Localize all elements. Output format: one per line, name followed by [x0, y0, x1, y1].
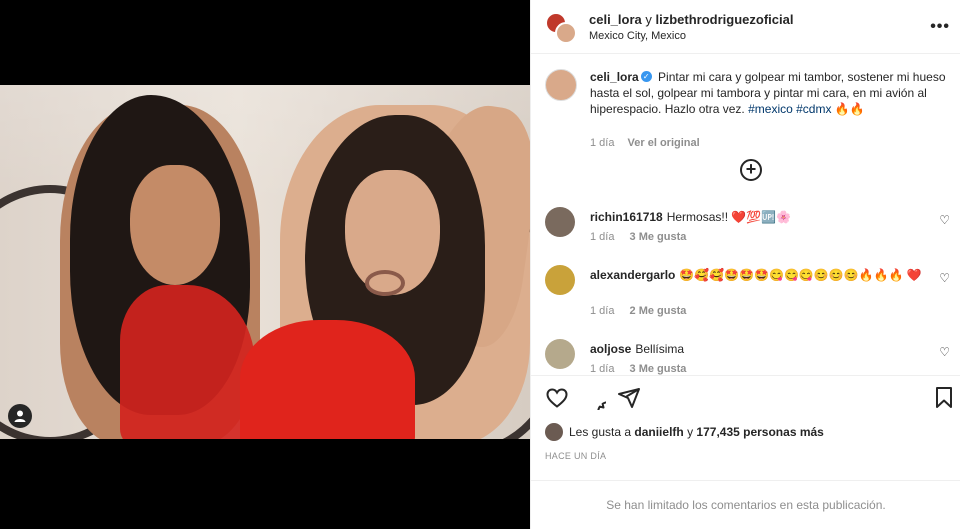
caption-time: 1 día [590, 137, 615, 149]
likes-user-link[interactable]: daniielfh [634, 425, 683, 439]
avatar [555, 22, 577, 44]
verified-icon: ✓ [640, 71, 652, 83]
see-original-button[interactable]: Ver el original [628, 137, 700, 149]
likes-summary: Les gusta a daniielfh y 177,435 personas… [545, 423, 824, 441]
comment-username-link[interactable]: richin161718 [590, 210, 663, 224]
likes-prefix: Les gusta a [569, 425, 632, 439]
caption-hashtags[interactable]: #mexico #cdmx [748, 102, 831, 116]
more-horizontal-icon[interactable]: ••• [930, 18, 950, 36]
comments-limited-notice: Se han limitado los comentarios en esta … [531, 480, 960, 529]
comment-meta: 1 día 2 Me gusta [590, 305, 686, 317]
avatar[interactable] [545, 207, 575, 237]
photo-choker [365, 270, 405, 296]
add-circle-icon[interactable]: + [740, 159, 762, 181]
post-header: celi_lora y lizbethrodriguezoficial Mexi… [531, 0, 960, 54]
comment-text: richin161718 Hermosas!! ❤️💯🆙🌸 [590, 209, 930, 225]
caption-emoji: 🔥🔥 [834, 102, 865, 116]
post-time: HACE UN DÍA [545, 451, 607, 461]
caption-text: celi_lora ✓ Pintar mi cara y golpear mi t… [590, 69, 950, 117]
post-photo[interactable] [0, 85, 530, 439]
photo-face-left [130, 165, 220, 285]
comment-username-link[interactable]: alexandergarlo [590, 268, 675, 282]
header-user1-link[interactable]: celi_lora [589, 12, 642, 27]
avatar[interactable] [545, 69, 577, 101]
comment-likes[interactable]: 3 Me gusta [630, 363, 687, 375]
heart-icon[interactable]: ♡ [939, 345, 950, 359]
comments-section: celi_lora ✓ Pintar mi cara y golpear mi t… [531, 55, 960, 375]
avatar[interactable] [545, 265, 575, 295]
comment-likes[interactable]: 2 Me gusta [630, 305, 687, 317]
caption-username-link[interactable]: celi_lora [590, 70, 639, 84]
photo-red-lace-left [120, 285, 255, 439]
action-bar [531, 375, 960, 425]
comment-meta: 1 día 3 Me gusta [590, 231, 686, 243]
bookmark-icon[interactable] [934, 386, 954, 410]
avatar[interactable] [545, 423, 563, 441]
avatar[interactable] [545, 339, 575, 369]
likes-count-link[interactable]: 177,435 personas más [696, 425, 823, 439]
comment-username-link[interactable]: aoljose [590, 342, 631, 356]
header-user2-link[interactable]: lizbethrodriguezoficial [656, 12, 794, 27]
header-avatars[interactable] [545, 12, 577, 44]
tagged-users-button[interactable] [8, 404, 32, 428]
likes-middle: y [687, 425, 694, 439]
comment-text: aoljose Bellísima [590, 341, 930, 357]
comment-likes[interactable]: 3 Me gusta [630, 231, 687, 243]
heart-icon[interactable] [545, 386, 569, 410]
comment-body: Bellísima [635, 342, 685, 356]
user-icon [14, 410, 26, 422]
heart-icon[interactable]: ♡ [939, 213, 950, 227]
comment-body: 🤩🥰🥰🤩🤩🤩😋😋😋😊😊😊🔥🔥🔥 ❤️ [679, 268, 922, 282]
heart-icon[interactable]: ♡ [939, 271, 950, 285]
header-users: celi_lora y lizbethrodriguezoficial [589, 12, 793, 27]
post-details-panel: celi_lora y lizbethrodriguezoficial Mexi… [530, 0, 960, 529]
comment-text: alexandergarlo 🤩🥰🥰🤩🤩🤩😋😋😋😊😊😊🔥🔥🔥 ❤️ [590, 267, 930, 283]
post-media [0, 0, 530, 529]
comment-icon[interactable] [582, 386, 606, 410]
comment-meta: 1 día 3 Me gusta [590, 363, 686, 375]
comment-body: Hermosas!! ❤️💯🆙🌸 [666, 210, 792, 224]
header-connector: y [645, 12, 652, 27]
comment-time: 1 día [590, 231, 615, 243]
caption-meta: 1 día Ver el original [590, 137, 700, 149]
send-icon[interactable] [617, 386, 641, 410]
comment-time: 1 día [590, 305, 615, 317]
photo-red-lace-right [240, 320, 415, 439]
comment-time: 1 día [590, 363, 615, 375]
location-link[interactable]: Mexico City, Mexico [589, 30, 686, 42]
